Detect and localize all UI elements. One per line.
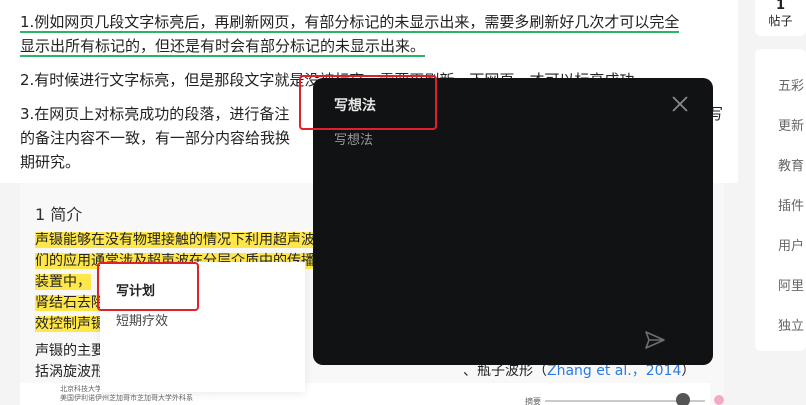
paragraph-1: 1.例如网页几段文字标亮后，再刷新网页，有部分标记的未显示出来，需要多刷新好几次… bbox=[20, 10, 720, 58]
post-count: 1 bbox=[775, 0, 786, 13]
annotation-box bbox=[299, 75, 437, 130]
sidebar-list: 五彩 更新 教育 插件 用户 阿里 独立 bbox=[755, 49, 806, 351]
highlight-line[interactable]: 肾结石去除 bbox=[35, 295, 105, 311]
highlighted-text[interactable]: 显示出所有标记的，但还是有时会有部分标记的未显示出来。 bbox=[20, 37, 426, 57]
highlight-line[interactable]: 声镊能够在没有物理接触的情况下利用超声波 bbox=[35, 232, 315, 248]
section-title: 1 简介 bbox=[35, 205, 83, 224]
highlight-line[interactable]: 装置中， bbox=[35, 274, 91, 290]
highlight-line[interactable]: 效控制声镊 bbox=[35, 316, 105, 332]
send-icon[interactable] bbox=[643, 328, 667, 352]
sidebar-item[interactable]: 教育 bbox=[778, 155, 804, 174]
plan-popup-item[interactable]: 短期疗效 bbox=[116, 310, 168, 329]
paper-affiliation: 美国伊利诺伊州芝加哥市芝加哥大学外科系 bbox=[60, 394, 193, 402]
sidebar-item[interactable]: 五彩 bbox=[778, 75, 804, 94]
avatar[interactable] bbox=[676, 393, 690, 405]
post-count-card[interactable]: 1 帖子 bbox=[755, 0, 806, 36]
note-input[interactable]: 写想法 bbox=[334, 129, 373, 148]
sidebar-item[interactable]: 独立 bbox=[778, 315, 804, 334]
sidebar-item[interactable]: 阿里 bbox=[778, 275, 804, 294]
sidebar-item[interactable]: 更新 bbox=[778, 115, 804, 134]
citation-link[interactable]: Zhang et al.，2014 bbox=[547, 363, 681, 379]
annotation-box bbox=[97, 262, 199, 311]
paper-abstract-label: 摘要 bbox=[525, 397, 541, 405]
sidebar-item[interactable]: 用户 bbox=[778, 235, 804, 254]
close-icon[interactable] bbox=[668, 92, 692, 116]
right-sidebar: 1 帖子 五彩 更新 教育 插件 用户 阿里 独立 bbox=[755, 0, 806, 405]
highlighted-text[interactable]: 1.例如网页几段文字标亮后，再刷新网页，有部分标记的未显示出来，需要多刷新好几次… bbox=[20, 13, 680, 33]
sidebar-item[interactable]: 插件 bbox=[778, 195, 804, 214]
post-count-label: 帖子 bbox=[768, 14, 793, 28]
floating-badge[interactable] bbox=[714, 395, 724, 405]
